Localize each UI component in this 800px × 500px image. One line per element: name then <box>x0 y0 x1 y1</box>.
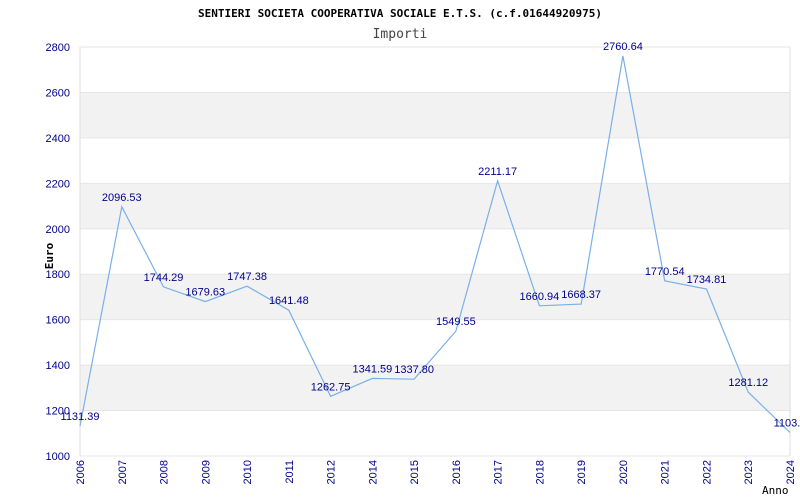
grid-band <box>80 365 790 411</box>
y-tick-label: 1400 <box>46 360 70 372</box>
chart-title: SENTIERI SOCIETA COOPERATIVA SOCIALE E.T… <box>198 7 602 20</box>
x-tick-label: 2006 <box>75 460 87 484</box>
x-tick-label: 2015 <box>409 460 421 484</box>
data-label: 1747.38 <box>227 271 267 283</box>
x-tick-label: 2011 <box>284 460 296 484</box>
x-tick-label: 2023 <box>743 460 755 484</box>
x-tick-label: 2018 <box>534 460 546 484</box>
data-label: 2211.17 <box>478 166 517 178</box>
data-label: 1341.59 <box>352 363 392 375</box>
y-tick-label: 1000 <box>46 451 70 463</box>
data-label: 1549.55 <box>436 316 476 328</box>
x-tick-label: 2012 <box>326 460 338 484</box>
x-axis: 2006 2007 2008 2009 2010 2011 2012 2014 2015 2016… <box>75 460 797 484</box>
x-tick-label: 2009 <box>200 460 212 484</box>
data-label: 1660.94 <box>520 291 560 303</box>
data-label: 1734.81 <box>687 274 727 286</box>
grid-bands <box>80 92 790 411</box>
x-tick-label: 2014 <box>367 460 379 484</box>
data-label: 1770.54 <box>645 266 685 278</box>
data-label: 1337.80 <box>394 364 434 376</box>
x-tick-label: 2008 <box>159 460 171 484</box>
data-label: 1679.63 <box>185 287 225 299</box>
x-tick-label: 2020 <box>618 460 630 484</box>
x-tick-label: 2019 <box>576 460 588 484</box>
x-tick-label: 2021 <box>660 460 672 484</box>
y-tick-label: 2200 <box>46 178 70 190</box>
data-label: 1641.48 <box>269 295 309 307</box>
y-tick-label: 2800 <box>46 42 70 54</box>
data-label: 1262.75 <box>311 381 351 393</box>
x-tick-label: 2007 <box>117 460 129 484</box>
y-tick-label: 2000 <box>46 224 70 236</box>
y-tick-label: 2600 <box>46 87 70 99</box>
x-tick-label: 2017 <box>493 460 505 484</box>
data-label: 1668.37 <box>561 289 601 301</box>
x-axis-label: Anno <box>762 484 789 497</box>
chart-subtitle: Importi <box>373 27 428 42</box>
x-tick-label: 2010 <box>242 460 254 484</box>
y-tick-label: 1600 <box>46 315 70 327</box>
data-label: 1281.12 <box>728 377 768 389</box>
x-tick-label: 2016 <box>451 460 463 484</box>
data-label: 2760.64 <box>603 41 643 53</box>
line-chart: SENTIERI SOCIETA COOPERATIVA SOCIALE E.T… <box>43 7 800 497</box>
y-axis-label: Euro <box>43 242 56 269</box>
x-tick-label: 2022 <box>701 460 713 484</box>
data-label: 1744.29 <box>144 272 184 284</box>
y-tick-label: 1800 <box>46 269 70 281</box>
data-label: 1131.39 <box>61 411 100 423</box>
grid-band <box>80 183 790 229</box>
grid-band <box>80 92 790 138</box>
data-label: 2096.53 <box>102 192 142 204</box>
y-tick-label: 2400 <box>46 133 70 145</box>
data-label: 1103.3 <box>774 418 800 430</box>
x-tick-label: 2024 <box>785 460 797 484</box>
